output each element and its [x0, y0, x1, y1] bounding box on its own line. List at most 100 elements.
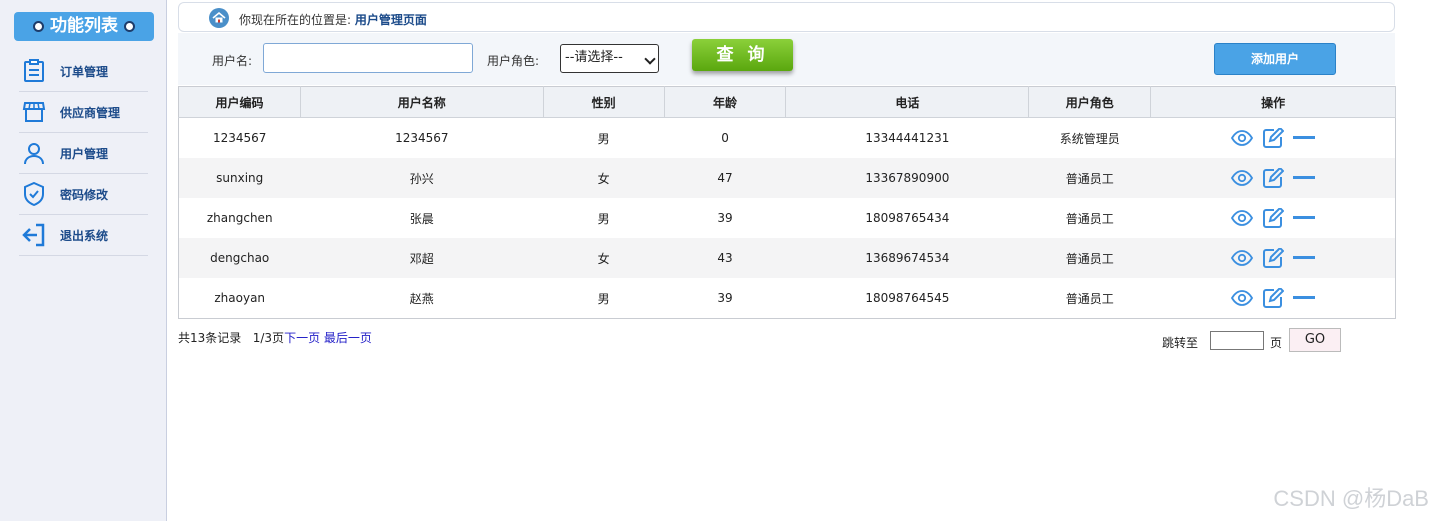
view-eye-icon[interactable]	[1230, 210, 1253, 226]
sidebar-title-text: 功能列表	[50, 16, 118, 36]
home-icon	[209, 8, 229, 28]
title-dot-icon	[124, 20, 135, 32]
cell-code: sunxing	[178, 158, 301, 198]
sidebar-item-orders[interactable]: 订单管理	[19, 51, 148, 92]
cell-actions	[1151, 118, 1396, 159]
cell-phone: 13689674534	[785, 238, 1029, 278]
edit-icon[interactable]	[1262, 168, 1284, 188]
cell-age: 47	[664, 158, 786, 198]
cell-actions	[1150, 238, 1396, 278]
sidebar-item-label: 密码修改	[60, 187, 109, 202]
jump-page-input[interactable]	[1210, 331, 1264, 350]
shield-check-icon	[24, 182, 44, 206]
view-eye-icon[interactable]	[1230, 290, 1253, 306]
sidebar-item-suppliers[interactable]: 供应商管理	[19, 92, 148, 133]
cell-name: 孙兴	[300, 158, 544, 198]
delete-minus-icon[interactable]	[1292, 295, 1315, 301]
search-bar: 用户名: 用户角色: --请选择-- 查 询 添加用户	[178, 33, 1395, 85]
delete-minus-icon[interactable]	[1292, 135, 1315, 141]
sidebar: 功能列表 订单管理 供应商管理 用户管理 密码修改 退出系统	[0, 0, 167, 521]
header-age: 年龄	[664, 86, 787, 118]
delete-minus-icon[interactable]	[1292, 255, 1315, 261]
username-input[interactable]	[263, 43, 473, 73]
header-user-code: 用户编码	[178, 86, 301, 118]
role-select[interactable]: --请选择--	[560, 44, 659, 73]
next-page-link[interactable]: 下一页	[284, 331, 320, 345]
table-row: zhaoyan 赵燕 男 39 18098764545 普通员工	[179, 278, 1396, 319]
delete-minus-icon[interactable]	[1292, 215, 1315, 221]
sidebar-item-logout[interactable]: 退出系统	[19, 215, 148, 256]
table-row: dengchao 邓超女 43 13689674534 普通员工	[178, 238, 1396, 278]
pagination-info: 共13条记录 1/3页下一页 最后一页	[178, 329, 372, 346]
user-icon	[24, 143, 44, 165]
sidebar-item-users[interactable]: 用户管理	[19, 133, 148, 174]
store-icon	[22, 102, 46, 122]
user-table: 用户编码 用户名称 性别 年龄 电话 用户角色 操作 1234567 123456…	[178, 86, 1396, 319]
cell-actions	[1151, 278, 1396, 319]
breadcrumb-current: 用户管理页面	[354, 13, 427, 27]
page-info: 1/3页	[252, 331, 285, 345]
watermark: CSDN @杨DaB	[1273, 486, 1429, 511]
cell-age: 39	[717, 211, 733, 225]
add-user-button[interactable]: 添加用户	[1214, 43, 1336, 75]
cell-age: 43	[664, 238, 786, 278]
edit-icon[interactable]	[1262, 128, 1284, 148]
sidebar-item-password[interactable]: 密码修改	[19, 174, 148, 215]
table-header-row: 用户编码 用户名称 性别 年龄 电话 用户角色 操作	[178, 86, 1396, 118]
cell-code: dengchao	[178, 238, 301, 278]
cell-role: 普通员工	[1028, 158, 1151, 198]
breadcrumb: 你现在所在的位置是: 用户管理页面	[178, 2, 1395, 32]
cell-gender: 女	[543, 238, 665, 278]
cell-gender: 男	[597, 131, 610, 146]
cell-phone: 13344441231	[865, 131, 950, 145]
view-eye-icon[interactable]	[1230, 170, 1253, 186]
cell-phone: 13367890900	[785, 158, 1029, 198]
table-row: 1234567 1234567 男 0 13344441231 系统管理员	[179, 118, 1396, 159]
cell-name: 1234567	[395, 131, 449, 145]
last-page-link[interactable]: 最后一页	[324, 331, 372, 345]
header-actions: 操作	[1150, 86, 1396, 118]
role-select-value: --请选择--	[565, 50, 623, 65]
view-eye-icon[interactable]	[1230, 250, 1253, 266]
sidebar-menu: 订单管理 供应商管理 用户管理 密码修改 退出系统	[19, 51, 148, 256]
table-row: sunxing 孙兴女 47 13367890900 普通员工	[178, 158, 1396, 198]
logout-icon	[22, 223, 45, 247]
cell-role: 普通员工	[1065, 291, 1114, 306]
query-button[interactable]: 查 询	[692, 39, 793, 71]
cell-gender: 男	[597, 211, 610, 226]
sidebar-item-label: 用户管理	[60, 146, 109, 161]
cell-code: 1234567	[212, 131, 267, 145]
cell-role: 系统管理员	[1059, 131, 1120, 146]
edit-icon[interactable]	[1262, 248, 1284, 268]
breadcrumb-prefix: 你现在所在的位置是:	[239, 13, 352, 27]
clipboard-icon	[24, 59, 44, 82]
header-phone: 电话	[785, 86, 1030, 118]
cell-name: 张晨	[409, 211, 434, 226]
cell-actions	[1151, 198, 1396, 238]
cell-gender: 男	[597, 291, 610, 306]
table-row: zhangchen 张晨 男 39 18098765434 普通员工	[179, 198, 1396, 238]
sidebar-item-label: 供应商管理	[60, 105, 121, 120]
jump-page-suffix: 页	[1270, 336, 1283, 350]
username-label: 用户名:	[212, 54, 253, 68]
jump-label: 跳转至	[1162, 336, 1199, 350]
cell-phone: 18098764545	[865, 291, 950, 305]
cell-age: 39	[717, 291, 733, 305]
sidebar-item-label: 退出系统	[60, 228, 109, 243]
sidebar-title: 功能列表	[14, 12, 154, 41]
edit-icon[interactable]	[1262, 288, 1284, 308]
cell-name: 邓超	[300, 238, 544, 278]
cell-role: 普通员工	[1065, 211, 1114, 226]
edit-icon[interactable]	[1262, 208, 1284, 228]
cell-role: 普通员工	[1028, 238, 1151, 278]
go-button[interactable]: GO	[1289, 328, 1341, 352]
cell-actions	[1150, 158, 1396, 198]
title-dot-icon	[33, 20, 44, 32]
role-label: 用户角色:	[487, 54, 540, 68]
header-gender: 性别	[543, 86, 665, 118]
cell-name: 赵燕	[409, 291, 434, 306]
delete-minus-icon[interactable]	[1292, 175, 1315, 181]
view-eye-icon[interactable]	[1230, 130, 1253, 146]
header-user-name: 用户名称	[300, 86, 544, 118]
cell-code: zhaoyan	[214, 291, 266, 305]
